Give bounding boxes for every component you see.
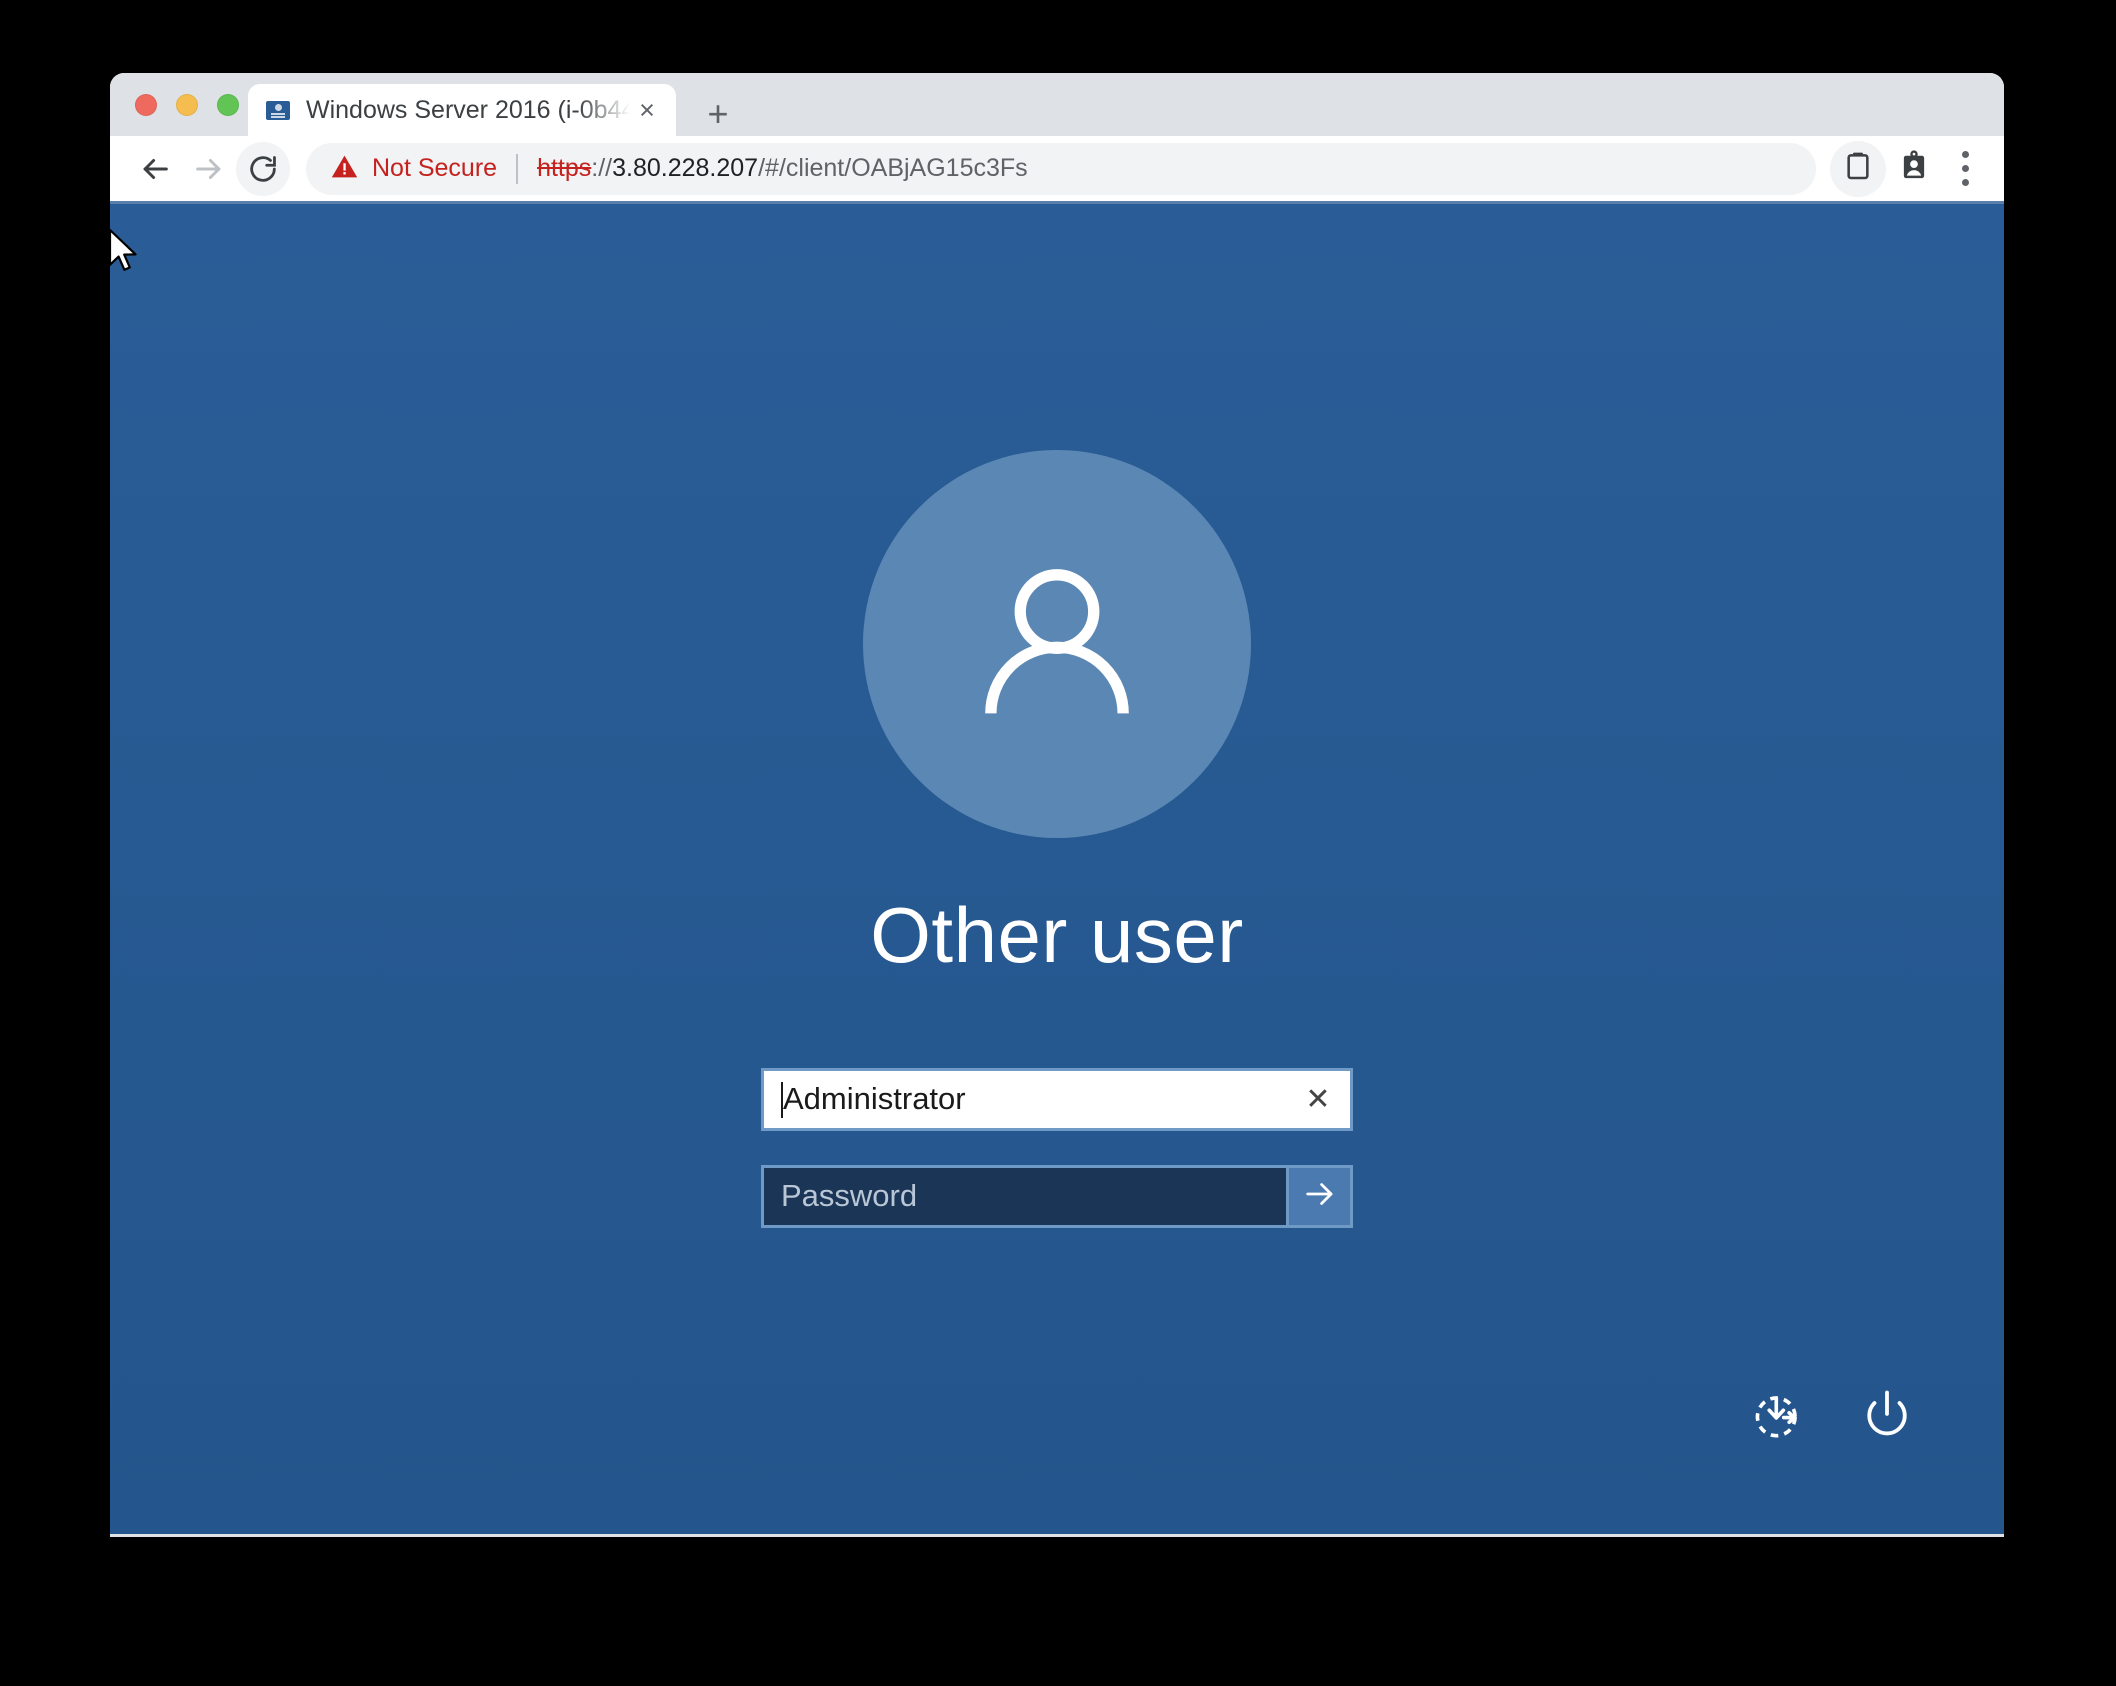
tab-title: Windows Server 2016 (i-0b44b (306, 95, 630, 124)
window-close-button[interactable] (135, 94, 157, 116)
user-avatar-icon (952, 537, 1162, 752)
page-title: Other user (870, 891, 1244, 979)
login-corner-actions (1748, 1386, 1918, 1448)
omnibox-divider (516, 153, 519, 184)
window-maximize-button[interactable] (217, 94, 239, 116)
avatar (863, 450, 1251, 838)
clipboard-button[interactable] (1830, 140, 1886, 197)
back-arrow-icon (138, 152, 172, 186)
window-traffic-lights (135, 94, 239, 116)
power-icon (1858, 1386, 1916, 1449)
submit-button[interactable] (1286, 1168, 1350, 1225)
forward-arrow-icon (192, 152, 226, 186)
new-tab-button[interactable]: + (695, 91, 741, 137)
arrow-right-submit-icon (1301, 1175, 1339, 1218)
url-display: https://3.80.228.207/#/client/OABjAG15c3… (537, 154, 1028, 183)
login-form: Administrator ✕ Password (761, 1068, 1353, 1228)
ease-of-access-icon (1750, 1386, 1808, 1449)
profile-button[interactable] (1886, 141, 1942, 197)
username-input[interactable]: Administrator (783, 1083, 1292, 1116)
clear-username-icon[interactable]: ✕ (1292, 1074, 1344, 1126)
ease-of-access-button[interactable] (1748, 1386, 1810, 1448)
not-secure-label: Not Secure (372, 154, 498, 182)
tab-strip: Windows Server 2016 (i-0b44b × + (110, 73, 2004, 136)
clipboard-icon (1842, 150, 1874, 187)
password-placeholder: Password (781, 1178, 918, 1213)
browser-tab[interactable]: Windows Server 2016 (i-0b44b × (248, 84, 676, 136)
profile-badge-icon (1898, 150, 1930, 187)
warning-triangle-icon (330, 152, 359, 186)
window-minimize-button[interactable] (176, 94, 198, 116)
password-field[interactable]: Password (764, 1168, 1286, 1225)
browser-menu-button[interactable] (1942, 141, 1988, 197)
url-path: /#/client/OABjAG15c3Fs (758, 154, 1028, 182)
browser-window: Windows Server 2016 (i-0b44b × + Not Sec… (110, 73, 2004, 1537)
forward-button (182, 142, 236, 196)
browser-toolbar: Not Secure https://3.80.228.207/#/client… (110, 136, 2004, 204)
url-scheme-separator: :// (591, 154, 613, 182)
password-row: Password (761, 1165, 1353, 1228)
three-dot-menu-icon-dot3 (1961, 179, 1969, 186)
url-host: 3.80.228.207 (612, 154, 759, 182)
address-bar[interactable]: Not Secure https://3.80.228.207/#/client… (306, 142, 1816, 195)
windows-login-screen: Other user Administrator ✕ Password (110, 204, 2004, 1534)
power-button[interactable] (1856, 1386, 1918, 1448)
three-dot-menu-icon-dot2 (1961, 165, 1969, 172)
tab-favicon-icon (266, 100, 290, 120)
username-field[interactable]: Administrator ✕ (761, 1068, 1353, 1131)
back-button[interactable] (128, 142, 182, 196)
reload-button[interactable] (236, 141, 290, 196)
three-dot-menu-icon (1961, 151, 1969, 158)
url-scheme: https (537, 154, 592, 182)
reload-icon (247, 153, 279, 185)
tab-close-icon[interactable]: × (630, 93, 664, 127)
